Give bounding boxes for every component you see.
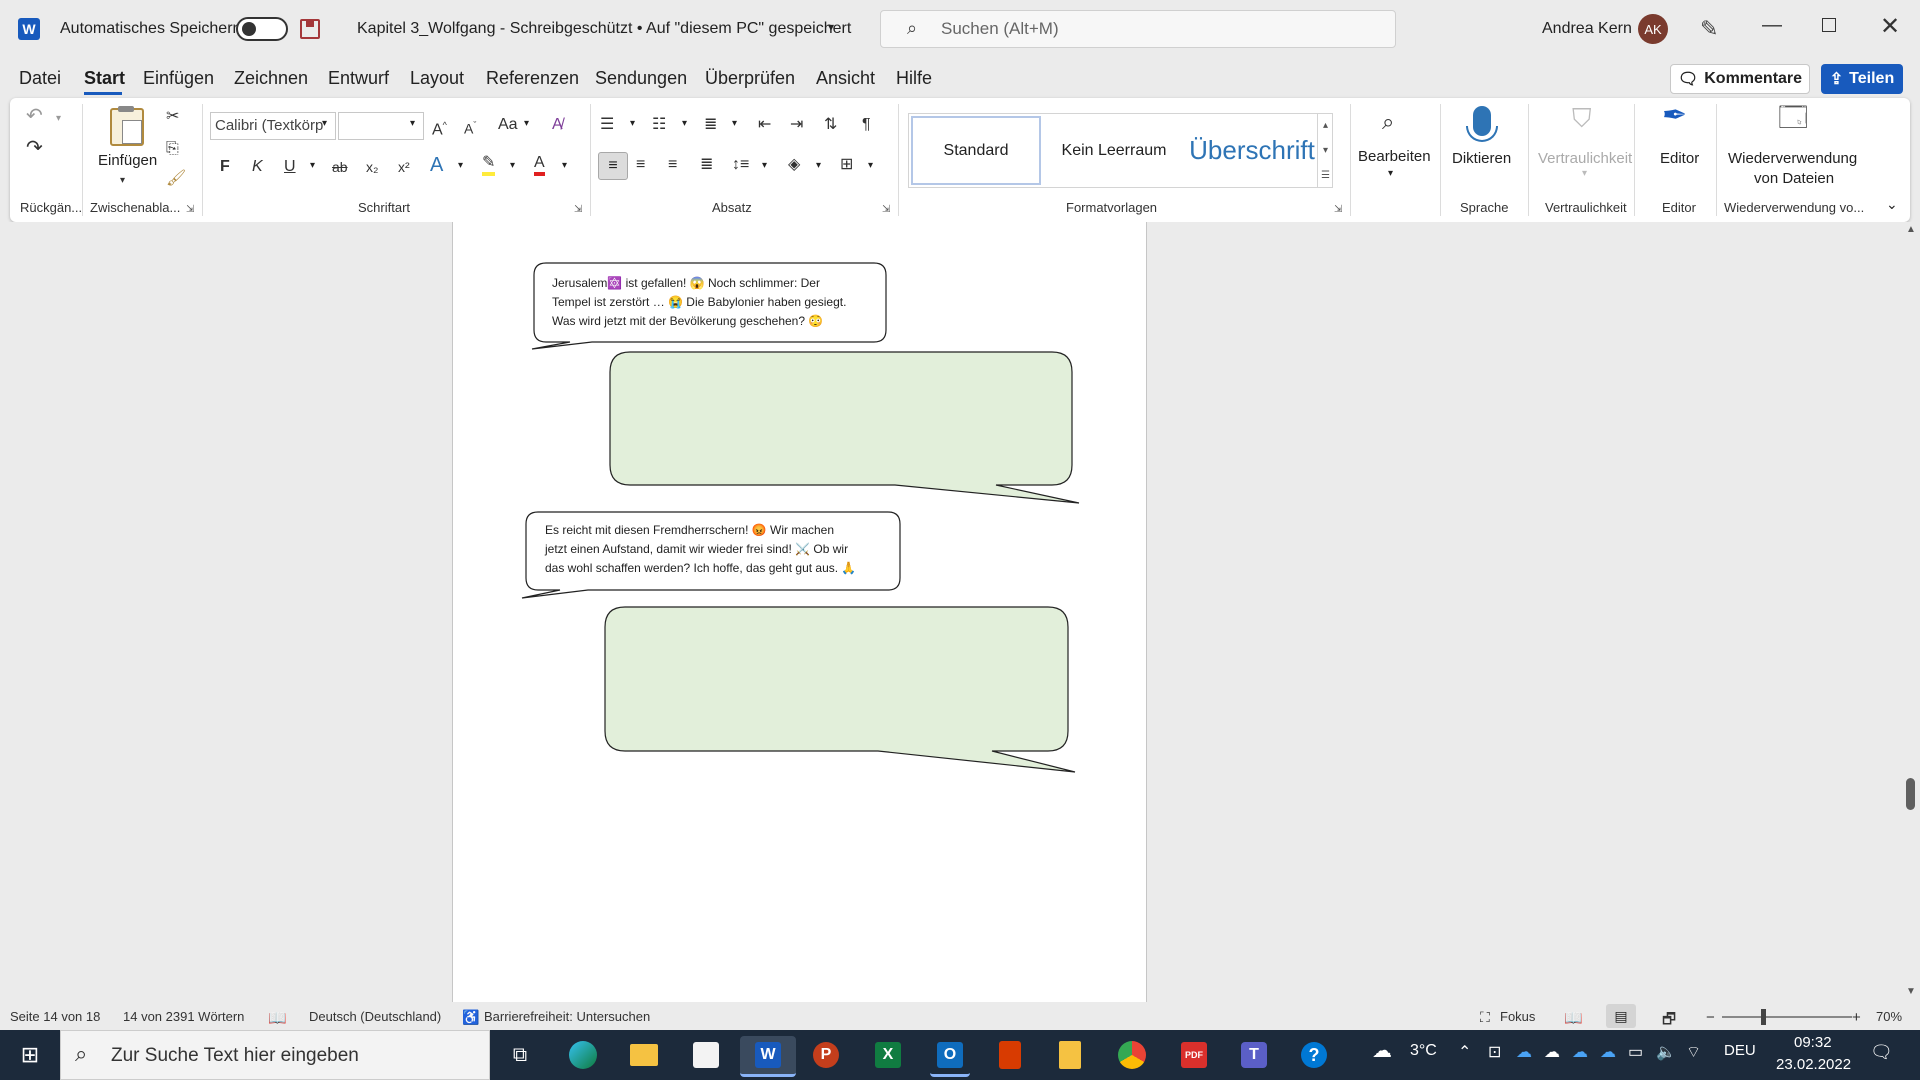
notifications-icon[interactable]: 🗨 <box>1870 1042 1893 1063</box>
bubble-2-line: Es reicht mit diesen Fremdherrschern! 😡 … <box>545 523 835 537</box>
bubble-2-line: jetzt einen Aufstand, damit wir wieder f… <box>545 542 849 556</box>
battery-icon[interactable]: ▭ <box>1628 1042 1643 1062</box>
bubble-1-line: Tempel ist zerstört … 😭 Die Babylonier h… <box>552 295 847 309</box>
temperature[interactable]: 3°C <box>1410 1042 1437 1060</box>
zoom-out-icon[interactable]: − <box>1706 1009 1715 1026</box>
zoom-slider[interactable] <box>1722 1009 1852 1025</box>
store-icon[interactable] <box>686 1036 726 1074</box>
onedrive-business-icon[interactable]: ☁ <box>1572 1042 1588 1062</box>
reply-bubble-1[interactable] <box>609 351 1080 504</box>
bubble-1-line: Was wird jetzt mit der Bevölkerung gesch… <box>552 314 824 328</box>
wifi-icon[interactable]: ⌔ <box>1686 1042 1701 1062</box>
excel-icon[interactable]: X <box>868 1036 908 1074</box>
bubble-1-line: Jerusalem🔯 ist gefallen! 😱 Noch schlimme… <box>552 276 820 290</box>
scrollbar-thumb[interactable] <box>1906 778 1915 810</box>
help-icon[interactable]: ? <box>1294 1036 1334 1074</box>
accessibility-icon[interactable]: ♿ <box>462 1009 479 1026</box>
weather-icon[interactable]: ☁ <box>1372 1038 1392 1063</box>
keyboard-language[interactable]: DEU <box>1724 1042 1756 1059</box>
taskbar-search-placeholder: Zur Suche Text hier eingeben <box>111 1045 359 1066</box>
onedrive-sync-icon[interactable]: ☁ <box>1600 1042 1616 1062</box>
office-icon[interactable] <box>990 1036 1030 1074</box>
task-view-icon[interactable]: ⧉ <box>500 1036 540 1074</box>
edge-icon[interactable] <box>563 1036 603 1074</box>
file-explorer-icon[interactable] <box>624 1036 664 1074</box>
focus-icon[interactable]: ⛶ <box>1480 1009 1490 1026</box>
pdf-icon[interactable]: PDF <box>1174 1036 1214 1074</box>
tray-overflow-icon[interactable]: ⌃ <box>1458 1042 1471 1062</box>
clock-time[interactable]: 09:32 <box>1794 1034 1832 1051</box>
vertical-scrollbar[interactable]: ▲ ▼ <box>1902 222 1920 1002</box>
focus-label[interactable]: Fokus <box>1500 1009 1535 1024</box>
language-status[interactable]: Deutsch (Deutschland) <box>309 1009 441 1024</box>
print-layout-icon: ▤ <box>1614 1008 1628 1024</box>
speech-bubbles-layer <box>521 262 1080 773</box>
reply-bubble-2[interactable] <box>604 606 1076 773</box>
page-count[interactable]: Seite 14 von 18 <box>10 1009 100 1024</box>
print-layout-button[interactable]: ▤ <box>1606 1004 1636 1028</box>
word-count[interactable]: 14 von 2391 Wörtern <box>123 1009 244 1024</box>
meet-now-icon[interactable]: ⊡ <box>1488 1042 1501 1062</box>
zoom-slider-thumb[interactable] <box>1761 1009 1766 1025</box>
word-taskbar-icon[interactable]: W <box>740 1036 796 1077</box>
scroll-down-icon[interactable]: ▼ <box>1906 986 1916 997</box>
search-icon: ⌕ <box>75 1041 88 1066</box>
bubble-2-line: das wohl schaffen werden? Ich hoffe, das… <box>545 561 857 575</box>
zoom-level[interactable]: 70% <box>1876 1009 1902 1024</box>
zoom-in-icon[interactable]: + <box>1852 1009 1861 1026</box>
volume-icon[interactable]: 🔈 <box>1656 1042 1676 1062</box>
clock-date[interactable]: 23.02.2022 <box>1776 1056 1851 1073</box>
onedrive-personal-icon[interactable]: ☁ <box>1544 1042 1560 1062</box>
teams-icon[interactable]: T <box>1234 1036 1274 1074</box>
outlook-icon[interactable]: O <box>930 1036 970 1077</box>
powerpoint-icon[interactable]: P <box>806 1036 846 1074</box>
taskbar-search[interactable]: ⌕ Zur Suche Text hier eingeben <box>60 1030 490 1080</box>
accessibility-status[interactable]: Barrierefreiheit: Untersuchen <box>484 1009 650 1024</box>
chrome-icon[interactable] <box>1112 1036 1152 1074</box>
read-mode-icon[interactable]: 📖 <box>1564 1009 1583 1027</box>
windows-start-icon[interactable]: ⊞ <box>10 1036 50 1074</box>
bubble-1-text[interactable]: Jerusalem🔯 ist gefallen! 😱 Noch schlimme… <box>552 274 882 331</box>
files-icon[interactable] <box>1050 1036 1090 1074</box>
onedrive-icon[interactable]: ☁ <box>1516 1042 1532 1062</box>
scroll-up-icon[interactable]: ▲ <box>1906 224 1916 235</box>
proofing-icon[interactable]: 📖 <box>268 1009 287 1027</box>
bubble-2-text[interactable]: Es reicht mit diesen Fremdherrschern! 😡 … <box>545 521 895 578</box>
